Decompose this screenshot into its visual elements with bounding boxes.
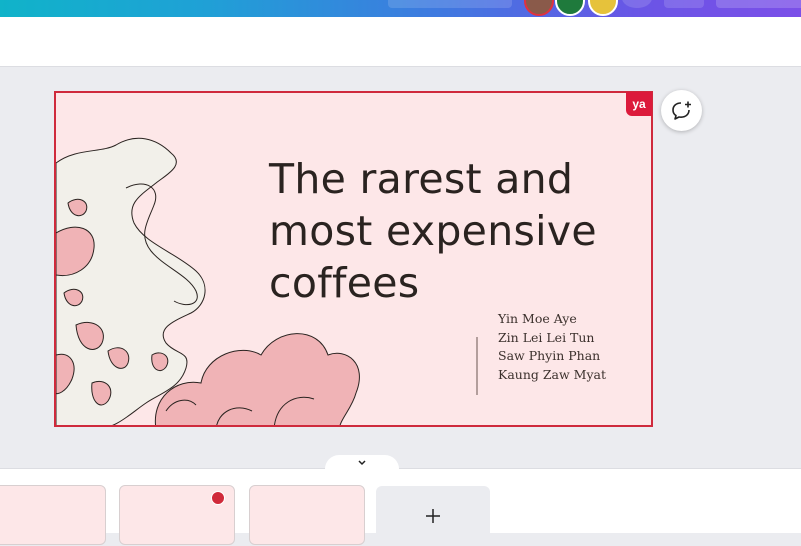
slide-title[interactable]: The rarest and most expensive coffees xyxy=(269,153,629,309)
page-thumbnail[interactable] xyxy=(119,485,235,545)
author-list[interactable]: Yin Moe Aye Zin Lei Lei Tun Saw Phyin Ph… xyxy=(498,310,606,384)
author-name: Zin Lei Lei Tun xyxy=(498,329,595,345)
collaborator-avatar[interactable] xyxy=(555,0,585,16)
editor-toolbar xyxy=(0,17,801,67)
editor-header xyxy=(0,0,801,17)
collapse-pages-toggle[interactable] xyxy=(325,455,399,471)
header-button[interactable] xyxy=(388,0,512,8)
thumbnail-collaborator-avatar xyxy=(211,491,225,505)
author-name: Kaung Zaw Myat xyxy=(498,366,607,382)
collaborator-avatar[interactable] xyxy=(524,0,554,16)
header-avatar-more[interactable] xyxy=(622,0,652,8)
add-comment-icon xyxy=(671,101,691,120)
plus-icon xyxy=(426,509,440,523)
add-page-button[interactable] xyxy=(376,486,490,546)
collaborator-avatar[interactable] xyxy=(588,0,618,16)
author-divider xyxy=(476,337,478,395)
chevron-down-icon xyxy=(358,460,366,466)
author-name: Saw Phyin Phan xyxy=(498,348,601,363)
header-button[interactable] xyxy=(664,0,704,8)
page-thumbnail[interactable] xyxy=(249,485,365,545)
collaborator-badge[interactable]: ya xyxy=(626,92,652,116)
add-comment-button[interactable] xyxy=(661,90,702,131)
page-thumbnail[interactable] xyxy=(0,485,106,545)
author-name: Yin Moe Aye xyxy=(498,311,577,326)
slide-canvas[interactable]: The rarest and most expensive coffees Yi… xyxy=(54,91,653,427)
share-button[interactable] xyxy=(716,0,801,8)
